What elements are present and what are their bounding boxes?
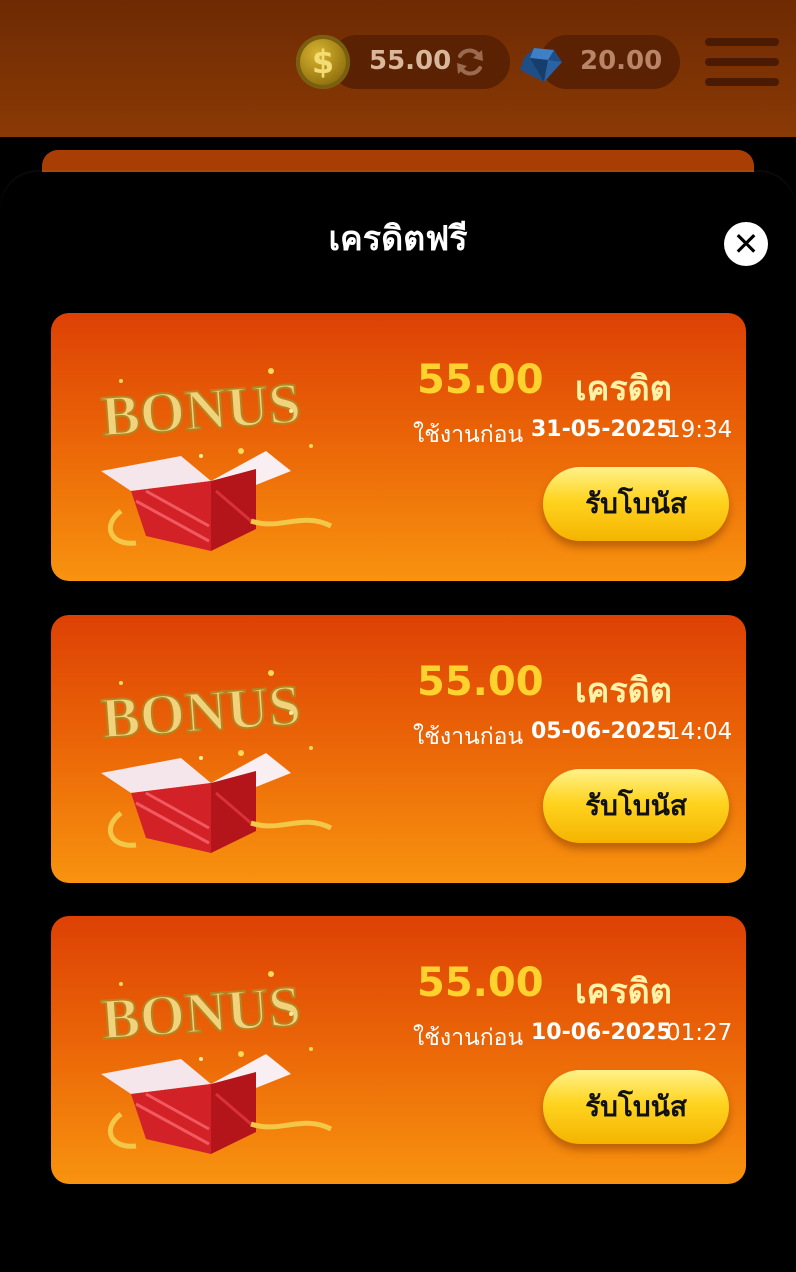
bonus-amount: 55.00: [417, 357, 544, 403]
bonus-gift-box-image: BONUS: [98, 971, 333, 1154]
bonus-card: BONUS 55.00 เครดิต ใช้งานก่อน 05-06-2025…: [51, 615, 746, 883]
bonus-amount: 55.00: [417, 960, 544, 1006]
claim-bonus-button[interactable]: รับโบนัส: [543, 1070, 729, 1144]
expiry-label: ใช้งานก่อน: [413, 422, 524, 448]
bonus-gift-box-image: BONUS: [98, 670, 333, 853]
hamburger-menu-icon[interactable]: [705, 38, 779, 90]
bonus-art-text: BONUS: [99, 370, 303, 449]
expiry-date: 10-06-2025: [531, 1020, 672, 1045]
expiry-time: 19:34: [666, 417, 733, 443]
coin-icon: $: [296, 35, 350, 89]
claim-bonus-button[interactable]: รับโบนัส: [543, 467, 729, 541]
expiry-date: 31-05-2025: [531, 417, 672, 442]
bonus-amount: 55.00: [417, 659, 544, 705]
bonus-art-text: BONUS: [99, 973, 303, 1052]
modal-title: เครดิตฟรี: [328, 219, 468, 259]
expiry-date: 05-06-2025: [531, 719, 672, 744]
credit-balance: 55.00: [369, 46, 452, 76]
bonus-gift-box-image: BONUS: [98, 368, 333, 551]
bonus-card: BONUS 55.00 เครดิต ใช้งานก่อน 31-05-2025…: [51, 313, 746, 581]
refresh-icon[interactable]: [452, 44, 488, 80]
expiry-time: 01:27: [666, 1020, 733, 1046]
expiry-label: ใช้งานก่อน: [413, 1025, 524, 1051]
bonus-unit: เครดิต: [575, 369, 672, 409]
bonus-unit: เครดิต: [575, 671, 672, 711]
gem-balance: 20.00: [580, 46, 663, 76]
bonus-art-text: BONUS: [99, 672, 303, 751]
expiry-label: ใช้งานก่อน: [413, 724, 524, 750]
bonus-unit: เครดิต: [575, 972, 672, 1012]
close-button[interactable]: ✕: [724, 222, 768, 266]
expiry-time: 14:04: [666, 719, 733, 745]
bonus-card: BONUS 55.00 เครดิต ใช้งานก่อน 10-06-2025…: [51, 916, 746, 1184]
claim-bonus-button[interactable]: รับโบนัส: [543, 769, 729, 843]
gem-icon: [520, 48, 562, 82]
